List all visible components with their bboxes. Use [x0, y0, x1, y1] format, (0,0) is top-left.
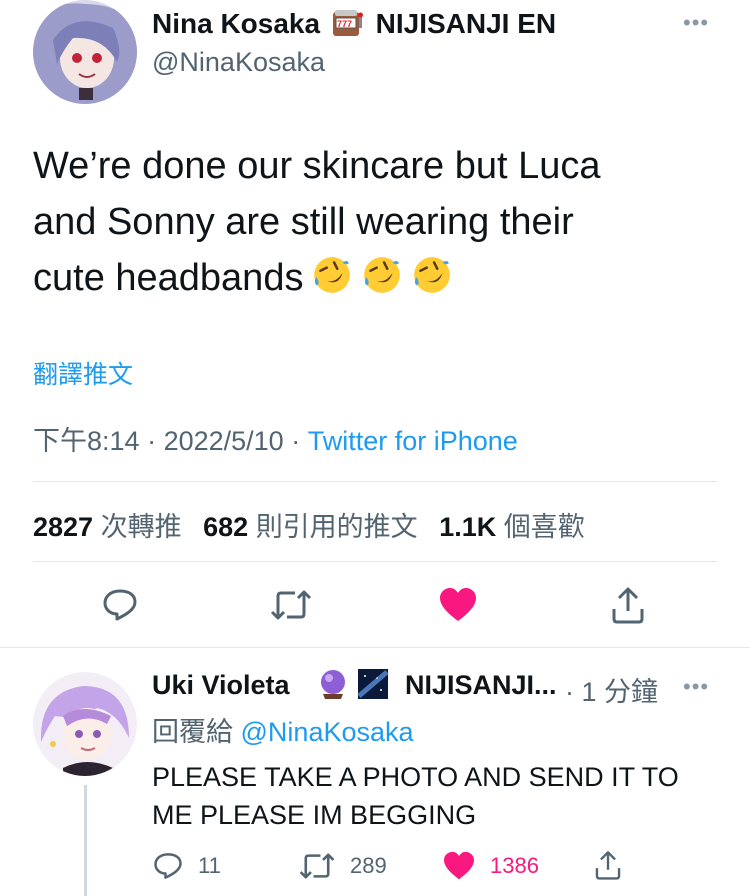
more-options-icon[interactable]: ••• [683, 10, 709, 36]
milky-way-icon [357, 669, 389, 699]
share-icon [612, 587, 644, 624]
reply-more-options-icon[interactable]: ••• [683, 674, 709, 700]
reply-icon [154, 853, 182, 879]
author-avatar[interactable] [33, 0, 137, 104]
meta-separator: · [139, 426, 164, 456]
tweet-date[interactable]: 2022/5/10 [164, 426, 284, 456]
quotes-label: 則引用的推文 [255, 512, 418, 542]
author-handle[interactable]: @NinaKosaka [152, 46, 325, 78]
retweets-count: 2827 [33, 512, 94, 542]
author-name: Nina Kosaka [152, 8, 321, 39]
rolling-on-floor-laughing-icon [414, 257, 451, 293]
heart-filled-icon [444, 851, 474, 880]
replying-to: 回覆給 @NinaKosaka [152, 710, 414, 749]
svg-text:777: 777 [337, 19, 352, 29]
tweet-source[interactable]: Twitter for iPhone [308, 426, 518, 456]
reply-reply-button[interactable]: 11 [152, 848, 221, 884]
retweets-label: 次轉推 [100, 512, 182, 542]
heart-filled-icon [440, 588, 476, 621]
tweet-text-line: We’re done our skincare but Luca [33, 145, 601, 187]
replying-mention[interactable]: @NinaKosaka [241, 717, 414, 747]
tweet-meta: 下午8:14 · 2022/5/10 · Twitter for iPhone [33, 419, 518, 458]
likes-stat[interactable]: 1.1K 個喜歡 [439, 512, 585, 542]
reply-author-avatar[interactable] [33, 672, 137, 776]
reply-like-button[interactable]: 1386 [442, 848, 539, 884]
reply-like-count: 1386 [490, 853, 539, 878]
likes-label: 個喜歡 [503, 512, 585, 542]
meta-separator: · [283, 426, 308, 456]
retweet-icon [299, 853, 335, 879]
tweet-text-line: cute headbands [33, 250, 723, 306]
author-name-row[interactable]: Nina Kosaka 777 NIJISANJI EN [152, 8, 556, 40]
quotes-stat[interactable]: 682 則引用的推文 [203, 512, 418, 542]
slot-machine-icon: 777 [332, 8, 364, 38]
author-org: NIJISANJI EN [375, 8, 557, 39]
translate-tweet-link[interactable]: 翻譯推文 [33, 355, 133, 391]
divider [33, 561, 717, 562]
divider [0, 647, 750, 648]
reply-share-button[interactable] [590, 846, 626, 884]
thread-connector-line [84, 785, 87, 896]
reply-text-line: PLEASE TAKE A PHOTO AND SEND IT TO [152, 762, 679, 792]
likes-count: 1.1K [439, 512, 497, 542]
reply-button[interactable] [98, 585, 142, 625]
tweet-text: We’re done our skincare but Luca and Son… [33, 138, 723, 306]
quotes-count: 682 [203, 512, 249, 542]
crystal-ball-icon [321, 670, 345, 699]
reply-author-name[interactable]: Uki Violeta [152, 670, 290, 701]
reply-icon [103, 589, 137, 621]
share-button[interactable] [606, 583, 650, 627]
reply-retweet-count: 289 [350, 853, 387, 878]
reply-author-org[interactable]: NIJISANJI... [405, 670, 557, 701]
rolling-on-floor-laughing-icon [364, 257, 401, 293]
reply-text-line: ME PLEASE IM BEGGING [152, 800, 477, 830]
tweet-stats: 2827 次轉推 682 則引用的推文 1.1K 個喜歡 [33, 505, 585, 544]
tweet-text-line-text: cute headbands [33, 257, 304, 299]
divider [33, 481, 717, 482]
retweets-stat[interactable]: 2827 次轉推 [33, 512, 182, 542]
like-button[interactable] [436, 585, 480, 625]
retweet-icon [270, 590, 312, 620]
tweet-time[interactable]: 下午8:14 [33, 426, 140, 456]
reply-text: PLEASE TAKE A PHOTO AND SEND IT TO ME PL… [152, 758, 732, 834]
rolling-on-floor-laughing-icon [314, 257, 351, 293]
replying-label: 回覆給 [152, 717, 241, 747]
share-icon [595, 851, 621, 880]
tweet-text-line: and Sonny are still wearing their [33, 201, 574, 243]
retweet-button[interactable] [266, 585, 316, 625]
reply-timestamp[interactable]: · 1 分鐘 [565, 670, 658, 709]
reply-retweet-button[interactable]: 289 [298, 848, 387, 884]
reply-reply-count: 11 [198, 853, 221, 878]
